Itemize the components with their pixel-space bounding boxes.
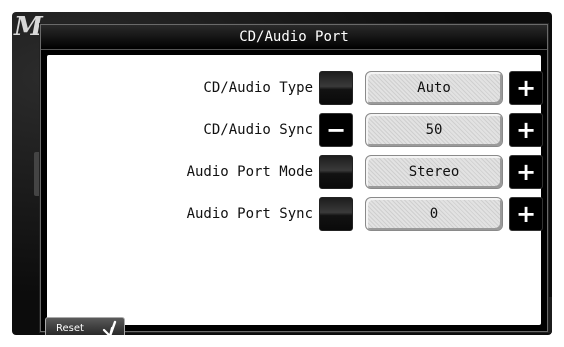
setting-label: CD/Audio Type: [203, 80, 313, 96]
plus-icon: +: [515, 116, 537, 144]
setting-value-display: 0: [365, 197, 503, 231]
dialog-title: CD/Audio Port: [41, 25, 547, 50]
plus-icon: +: [515, 200, 537, 228]
cd-audio-port-dialog: CD/Audio Port CD/Audio Type Auto + CD/Au…: [40, 24, 548, 335]
background-logo: M: [14, 12, 43, 42]
setting-label: CD/Audio Sync: [203, 122, 313, 138]
decrement-button[interactable]: [319, 71, 353, 105]
return-arrow-icon: [102, 320, 117, 335]
setting-row-audio-port-mode: Audio Port Mode Stereo +: [47, 155, 543, 189]
increment-button[interactable]: +: [509, 155, 543, 189]
setting-value-display: 50: [365, 113, 503, 147]
decrement-button[interactable]: [319, 197, 353, 231]
decrement-button[interactable]: [319, 155, 353, 189]
increment-button[interactable]: +: [509, 113, 543, 147]
plus-icon: +: [515, 74, 537, 102]
settings-panel: CD/Audio Type Auto + CD/Audio Sync − 50 …: [47, 55, 543, 325]
setting-label: Audio Port Sync: [186, 206, 313, 222]
reset-button[interactable]: Reset: [45, 317, 125, 335]
increment-button[interactable]: +: [509, 197, 543, 231]
setting-value-display: Auto: [365, 71, 503, 105]
setting-label: Audio Port Mode: [186, 164, 313, 180]
setting-value-display: Stereo: [365, 155, 503, 189]
screen-background: M CD/Audio Port CD/Audio Type Auto + CD/…: [12, 12, 552, 335]
reset-label: Reset: [56, 323, 84, 334]
setting-row-audio-port-sync: Audio Port Sync 0 +: [47, 197, 543, 231]
setting-row-cd-audio-type: CD/Audio Type Auto +: [47, 71, 543, 105]
plus-icon: +: [515, 158, 537, 186]
decrement-button[interactable]: −: [319, 113, 353, 147]
setting-row-cd-audio-sync: CD/Audio Sync − 50 +: [47, 113, 543, 147]
increment-button[interactable]: +: [509, 71, 543, 105]
minus-icon: −: [325, 116, 347, 144]
